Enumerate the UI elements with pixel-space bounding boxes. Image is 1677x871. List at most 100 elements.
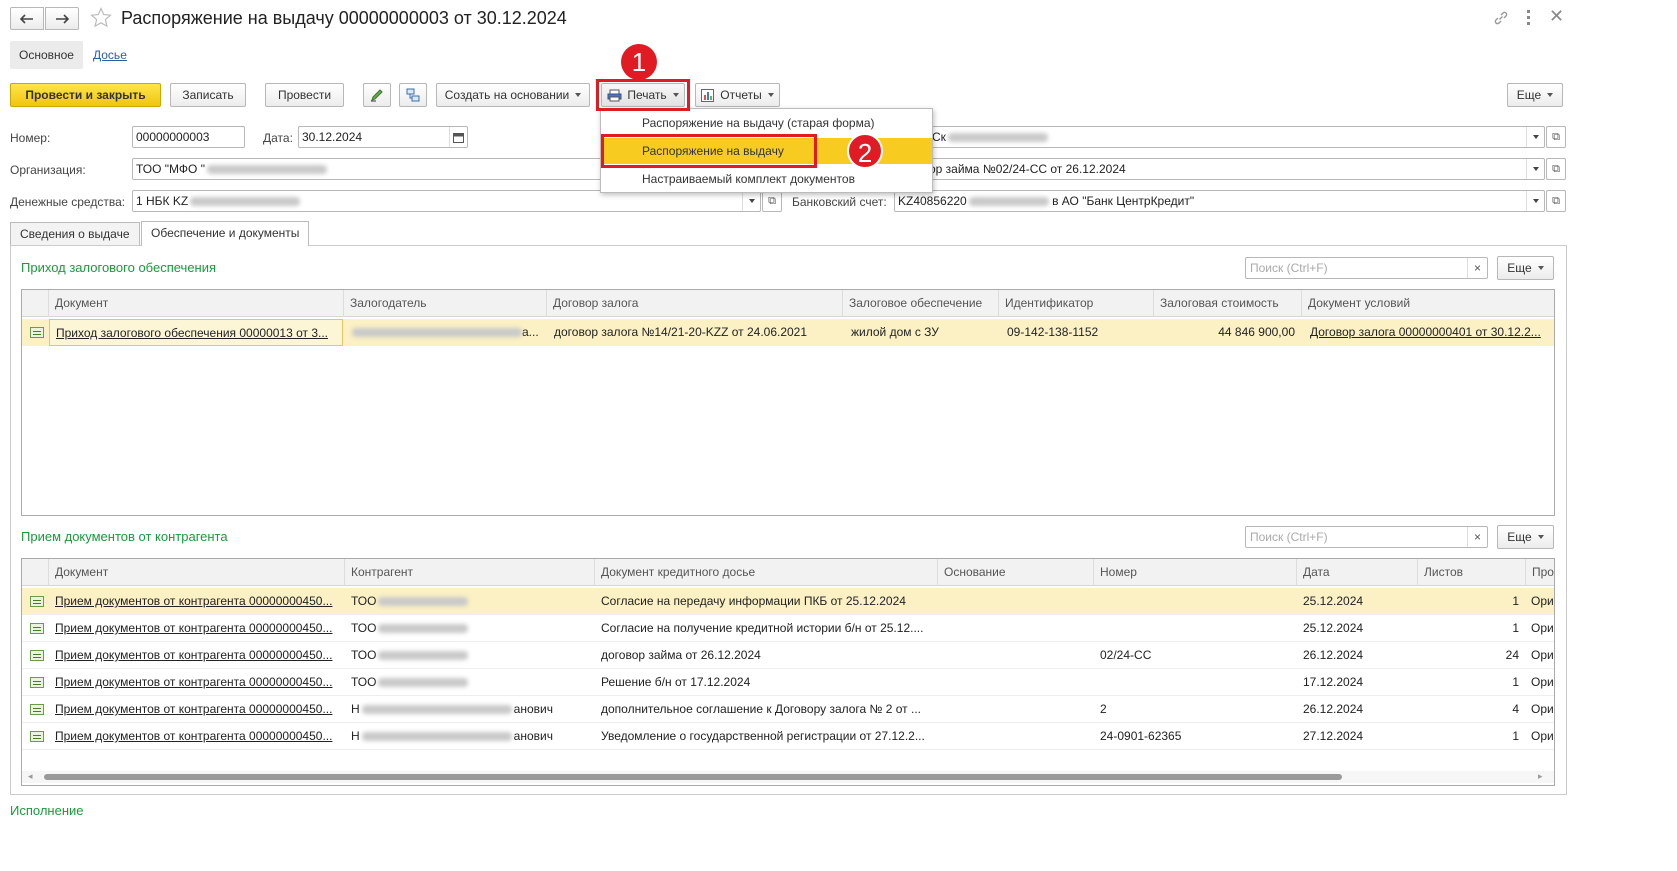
redacted-text [968, 197, 1049, 207]
document-icon [30, 650, 44, 661]
create-based-on-button[interactable]: Создать на основании [436, 83, 590, 107]
annotation-badge-1: 1 [621, 44, 657, 80]
dropdown-button[interactable] [1526, 159, 1544, 179]
dropdown-button[interactable] [1526, 127, 1544, 147]
table-row[interactable]: Прием документов от контрагента 00000000… [22, 642, 1554, 669]
col-header[interactable]: Дата [1296, 559, 1417, 586]
scroll-left-icon[interactable]: ◂ [28, 771, 33, 782]
reports-button[interactable]: Отчеты [695, 83, 780, 107]
subnav-main[interactable]: Основное [10, 41, 83, 69]
number-label: Номер: [10, 131, 51, 145]
back-button[interactable] [10, 7, 44, 30]
horizontal-scrollbar[interactable]: ◂ ▸ [22, 771, 1554, 783]
doc-cell[interactable]: Прием документов от контрагента 00000000… [49, 696, 344, 723]
search-placeholder: Поиск (Ctrl+F) [1250, 261, 1328, 275]
table-row[interactable]: Прием документов от контрагента 00000000… [22, 588, 1554, 615]
post-button[interactable]: Провести [265, 83, 344, 107]
col-header[interactable]: Документ [48, 290, 343, 317]
funds-field[interactable]: 1 НБК KZ [132, 190, 761, 212]
favorite-star-icon[interactable] [90, 7, 112, 31]
counterparty-field[interactable]: Ск [928, 126, 1545, 148]
col-header[interactable]: Залоговое обеспечение [842, 290, 998, 317]
doc-cell[interactable]: Прием документов от контрагента 00000000… [49, 588, 344, 615]
col-header[interactable]: Документ условий [1301, 290, 1554, 317]
extra-cell: Ори [1531, 702, 1554, 716]
annotation-box-menu-item [601, 134, 817, 168]
subnav-dossier[interactable]: Досье [93, 48, 127, 62]
document-icon [30, 596, 44, 607]
collateral-value-cell: 44 846 900,00 [1218, 325, 1295, 339]
pencil-check-icon [371, 89, 383, 102]
chevron-down-icon [1532, 135, 1539, 139]
dropdown-button[interactable] [1526, 191, 1544, 211]
counterparty-value: Ск [932, 130, 946, 144]
calendar-icon [453, 132, 464, 143]
col-header[interactable]: Залогодатель [343, 290, 546, 317]
menu-item-old-form[interactable]: Распоряжение на выдачу (старая форма) [601, 110, 932, 136]
edit-movements-button[interactable] [363, 83, 391, 107]
extra-cell: Ори [1531, 729, 1554, 743]
chevron-down-icon [1537, 266, 1544, 270]
doc-cell[interactable]: Прием документов от контрагента 00000000… [49, 723, 344, 750]
dropdown-button[interactable] [742, 191, 760, 211]
menu-item-custom-set[interactable]: Настраиваемый комплект документов [601, 166, 932, 192]
tab-issue-info[interactable]: Сведения о выдаче [10, 222, 140, 246]
col-header[interactable]: Про [1525, 559, 1554, 586]
forward-button[interactable] [45, 7, 79, 30]
scrollbar-thumb[interactable] [44, 774, 1342, 780]
clear-search-icon[interactable]: × [1467, 527, 1487, 547]
col-header[interactable]: Залоговая стоимость [1153, 290, 1301, 317]
bank-account-label: Банковский счет: [792, 195, 887, 209]
redacted-text [206, 165, 327, 175]
open-counterparty-button[interactable]: ⧉ [1546, 126, 1566, 148]
loan-contract-field[interactable]: ор займа №02/24-СС от 26.12.2024 [928, 158, 1545, 180]
scroll-right-icon[interactable]: ▸ [1538, 771, 1543, 782]
redacted-text [378, 678, 469, 688]
tab-collateral-docs[interactable]: Обеспечение и документы [141, 221, 310, 246]
link-icon[interactable] [1493, 10, 1509, 29]
bank-account-field[interactable]: KZ40856220 в АО "Банк ЦентрКредит" [894, 190, 1545, 212]
number-field[interactable]: 00000000003 [132, 126, 245, 148]
table-row[interactable]: Прием документов от контрагента 00000000… [22, 669, 1554, 696]
open-funds-button[interactable]: ⧉ [762, 190, 782, 212]
doc-cell[interactable]: Прием документов от контрагента 00000000… [49, 615, 344, 642]
collateral-search-input[interactable]: Поиск (Ctrl+F) × [1245, 257, 1488, 279]
docs-more-button[interactable]: Еще [1497, 525, 1554, 549]
col-header[interactable]: Договор залога [546, 290, 842, 317]
col-header[interactable]: Документ кредитного досье [594, 559, 937, 586]
structure-button[interactable] [399, 83, 427, 107]
table-row[interactable]: Приход залогового обеспечения 00000013 о… [22, 319, 1554, 346]
table-row[interactable]: Прием документов от контрагента 00000000… [22, 696, 1554, 723]
open-contract-button[interactable]: ⧉ [1546, 158, 1566, 180]
dossier-cell: договор займа от 26.12.2024 [601, 648, 761, 662]
extra-cell: Ори [1531, 621, 1554, 635]
calendar-button[interactable] [449, 127, 467, 147]
clear-search-icon[interactable]: × [1467, 258, 1487, 278]
close-icon[interactable]: ✕ [1549, 7, 1564, 25]
sheets-cell: 1 [1512, 621, 1519, 635]
col-header[interactable]: Контрагент [344, 559, 594, 586]
col-header[interactable]: Документ [48, 559, 344, 586]
terms-doc-cell[interactable]: Договор залога 00000000401 от 30.12.2... [1304, 319, 1554, 346]
col-header[interactable]: Номер [1093, 559, 1296, 586]
col-header[interactable]: Листов [1417, 559, 1525, 586]
table-row[interactable]: Прием документов от контрагента 00000000… [22, 723, 1554, 750]
date-field[interactable]: 30.12.2024 [298, 126, 468, 148]
organization-field[interactable]: ТОО "МФО " [132, 158, 602, 180]
more-vert-icon[interactable] [1527, 10, 1531, 25]
more-button[interactable]: Еще [1507, 83, 1563, 107]
redacted-text [947, 133, 1048, 143]
execution-section-title[interactable]: Исполнение [10, 803, 84, 818]
doc-cell[interactable]: Прием документов от контрагента 00000000… [49, 642, 344, 669]
table-row[interactable]: Прием документов от контрагента 00000000… [22, 615, 1554, 642]
save-button[interactable]: Записать [170, 83, 246, 107]
post-and-close-button[interactable]: Провести и закрыть [10, 83, 161, 107]
docs-search-input[interactable]: Поиск (Ctrl+F) × [1245, 526, 1488, 548]
collateral-more-button[interactable]: Еще [1497, 256, 1554, 280]
dossier-cell: Решение б/н от 17.12.2024 [601, 675, 751, 689]
open-bank-account-button[interactable]: ⧉ [1546, 190, 1566, 212]
col-header[interactable]: Основание [937, 559, 1093, 586]
doc-cell[interactable]: Прием документов от контрагента 00000000… [49, 669, 344, 696]
collateral-doc-cell[interactable]: Приход залогового обеспечения 00000013 о… [49, 319, 343, 346]
col-header[interactable]: Идентификатор [998, 290, 1153, 317]
